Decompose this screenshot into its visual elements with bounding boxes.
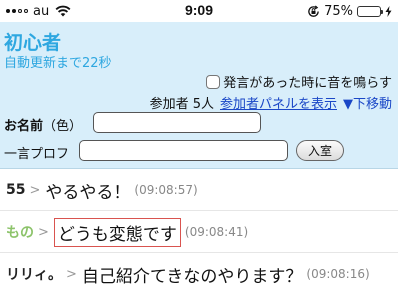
message-separator: >: [38, 224, 49, 240]
room-title: 初心者: [4, 32, 62, 54]
message-speaker: もの: [6, 225, 34, 241]
message-item: 55 > やるやる！ (09:08:57): [0, 170, 398, 211]
message-speaker: 55: [6, 182, 26, 198]
status-right: 75%: [307, 3, 392, 19]
name-input[interactable]: [93, 112, 261, 133]
charging-bolt-icon: [385, 5, 392, 17]
message-separator: >: [66, 266, 77, 282]
room-header: 初心者 自動更新まで22秒 発言があった時に音を鳴らす 参加者 5人 参加者パネ…: [0, 22, 398, 169]
sound-checkbox[interactable]: [206, 74, 221, 89]
status-bar: au 9:09 75%: [0, 0, 398, 22]
sound-notification-option[interactable]: 発言があった時に音を鳴らす: [206, 72, 392, 91]
show-participant-panel-link[interactable]: 参加者パネルを表示: [220, 93, 337, 112]
message-item: リリィ。 > 自己紹介てきなのやります？ (09:08:16): [0, 254, 398, 294]
message-separator: >: [29, 182, 41, 198]
profile-input[interactable]: [79, 140, 288, 161]
message-time: (09:08:41): [184, 225, 249, 239]
enter-room-button[interactable]: 入室: [296, 140, 344, 161]
message-list: 55 > やるやる！ (09:08:57) もの > どうも変態です (09:0…: [0, 170, 398, 294]
message-time: (09:08:16): [306, 267, 370, 281]
message-text: 自己紹介てきなのやります？: [81, 266, 303, 287]
color-label-text[interactable]: （色）: [43, 119, 82, 134]
message-text: どうも変態です: [53, 217, 181, 247]
auto-update-countdown: 自動更新まで22秒: [4, 56, 112, 71]
move-down-link[interactable]: ▼下移動: [343, 93, 392, 112]
message-speaker: リリィ。: [6, 267, 62, 283]
sound-checkbox-label: 発言があった時に音を鳴らす: [223, 76, 392, 91]
name-field-label: お名前（色）: [4, 115, 82, 134]
participant-count: 参加者 5人: [149, 97, 214, 112]
battery-percent: 75%: [324, 3, 353, 19]
battery-icon: [357, 5, 383, 17]
rotation-lock-icon: [308, 4, 319, 17]
message-item: もの > どうも変態です (09:08:41): [0, 212, 398, 253]
message-time: (09:08:57): [134, 183, 198, 197]
name-label-text: お名前: [4, 119, 44, 134]
message-text: やるやる！: [45, 182, 131, 203]
profile-field-label: 一言プロフ: [4, 147, 70, 162]
participants-row: 参加者 5人 参加者パネルを表示 ▼下移動: [150, 93, 392, 112]
